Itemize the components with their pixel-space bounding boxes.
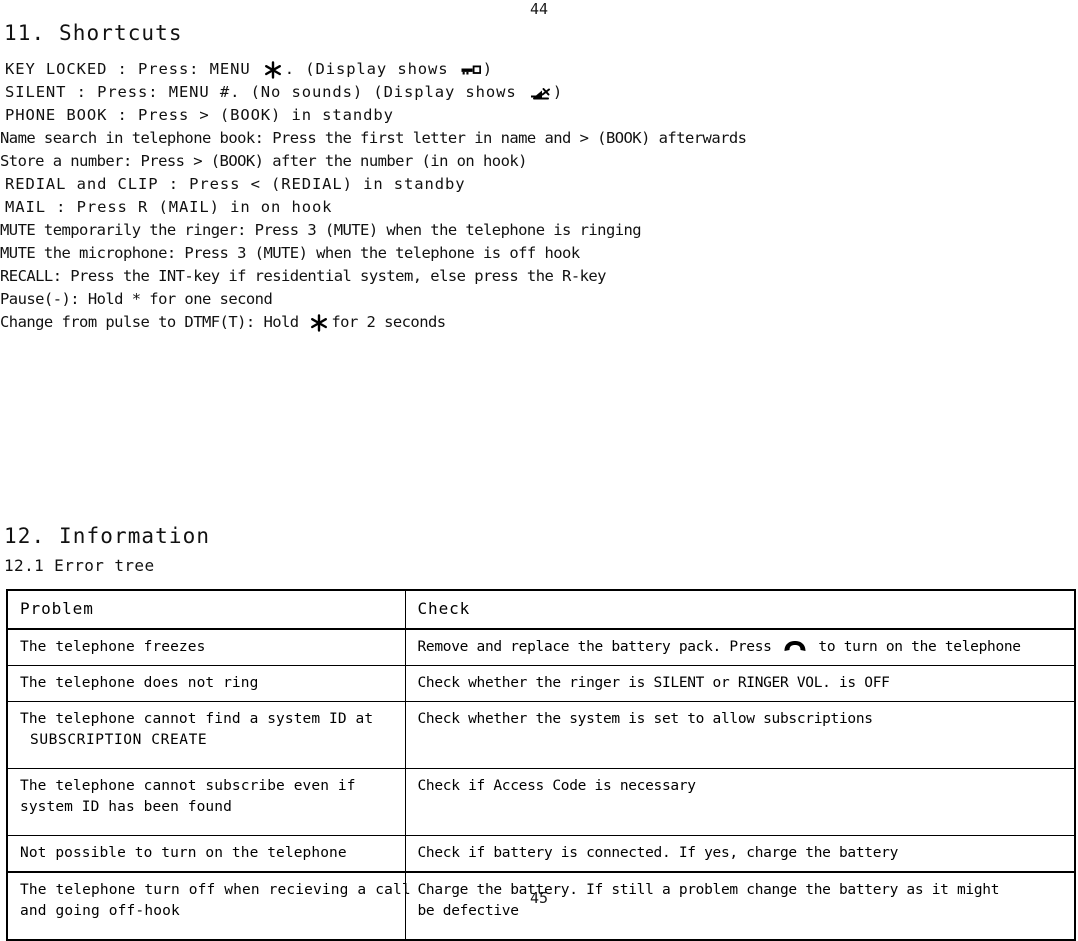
- page-number-bottom: 45: [529, 889, 549, 907]
- cell-text: The telephone does not ring: [20, 675, 259, 691]
- table-header-row: Problem Check: [6, 589, 1076, 630]
- shortcut-line-mute-ringer: MUTE temporarily the ringer: Press 3 (MU…: [0, 221, 642, 239]
- cell-text: SUBSCRIPTION CREATE: [30, 732, 208, 748]
- mute-icon: [529, 85, 551, 101]
- shortcuts-list: KEY LOCKED : Press: MENU . (Display show…: [0, 58, 1078, 334]
- shortcut-line-redial-clip: REDIAL and CLIP : Press < (REDIAL) in st…: [5, 175, 466, 193]
- cell-text: Check whether the system is set to allow…: [417, 711, 874, 727]
- check-text: Remove and replace the battery pack. Pre…: [417, 639, 780, 655]
- shortcut-text: SILENT : Press: MENU #. (No sounds) (Dis…: [5, 83, 527, 101]
- cell-problem: The telephone does not ring: [6, 665, 406, 702]
- handset-icon: [783, 640, 807, 654]
- cell-check: Check whether the system is set to allow…: [404, 701, 1076, 769]
- shortcut-line-mute-microphone: MUTE the microphone: Press 3 (MUTE) when…: [0, 244, 580, 262]
- cell-text: The telephone cannot subscribe even if: [20, 778, 356, 794]
- document-page: 44 11. Shortcuts KEY LOCKED : Press: MEN…: [0, 0, 1078, 941]
- column-header-problem: Problem: [6, 589, 406, 630]
- star-icon: [262, 59, 284, 81]
- check-text: to turn on the telephone: [809, 639, 1021, 655]
- cell-text: Check if Access Code is necessary: [417, 778, 696, 794]
- shortcut-text: Change from pulse to DTMF(T): Hold: [0, 313, 308, 331]
- shortcut-line-pause: Pause(-): Hold * for one second: [0, 290, 273, 308]
- cell-text: Check whether the ringer is SILENT or RI…: [417, 675, 890, 691]
- cell-check: Check if battery is connected. If yes, c…: [404, 835, 1076, 873]
- table-row: The telephone cannot find a system ID at…: [6, 701, 1076, 769]
- shortcut-line-silent: SILENT : Press: MENU #. (No sounds) (Dis…: [0, 81, 1078, 104]
- heading-information: 12. Information: [4, 524, 211, 548]
- cell-check: Remove and replace the battery pack. Pre…: [404, 628, 1076, 666]
- cell-check: Check whether the ringer is SILENT or RI…: [404, 665, 1076, 702]
- column-header-check: Check: [404, 589, 1076, 630]
- cell-text: Not possible to turn on the telephone: [20, 845, 347, 861]
- cell-problem: Not possible to turn on the telephone: [6, 835, 406, 873]
- shortcut-line-recall: RECALL: Press the INT-key if residential…: [0, 267, 607, 285]
- cell-text: Remove and replace the battery pack. Pre…: [418, 637, 1075, 658]
- shortcut-line-phone-book: PHONE BOOK : Press > (BOOK) in standby: [5, 106, 394, 124]
- cell-problem: The telephone cannot find a system ID at…: [6, 701, 406, 769]
- star-icon: [308, 312, 330, 334]
- cell-text: Check if battery is connected. If yes, c…: [417, 845, 899, 861]
- table-row: The telephone cannot subscribe even if s…: [6, 768, 1076, 836]
- shortcut-line-mail: MAIL : Press R (MAIL) in on hook: [5, 198, 333, 216]
- cell-text: The telephone freezes: [20, 639, 206, 655]
- heading-shortcuts: 11. Shortcuts: [4, 21, 183, 45]
- cell-problem: The telephone freezes: [6, 628, 406, 666]
- subheading-error-tree: 12.1 Error tree: [4, 556, 155, 575]
- table-row: The telephone does not ring Check whethe…: [6, 665, 1076, 702]
- table-row: The telephone freezes Remove and replace…: [6, 628, 1076, 666]
- shortcut-line-key-locked: KEY LOCKED : Press: MENU . (Display show…: [0, 58, 1078, 81]
- shortcut-text: . (Display shows: [284, 60, 459, 78]
- shortcut-text: for 2 seconds: [331, 313, 446, 331]
- cell-text: The telephone cannot find a system ID at: [20, 711, 374, 727]
- shortcut-line-store-number: Store a number: Press > (BOOK) after the…: [0, 152, 527, 170]
- shortcut-text: ): [552, 83, 564, 101]
- page-number-top: 44: [529, 0, 549, 18]
- key-icon: [461, 63, 481, 77]
- shortcut-line-name-search: Name search in telephone book: Press the…: [0, 129, 747, 147]
- cell-check: Check if Access Code is necessary: [404, 768, 1076, 836]
- cell-problem: The telephone cannot subscribe even if s…: [6, 768, 406, 836]
- shortcut-text: ): [482, 60, 493, 78]
- cell-text: system ID has been found: [20, 799, 232, 815]
- table-row: Not possible to turn on the telephone Ch…: [6, 835, 1076, 873]
- shortcut-text: KEY LOCKED : Press: MENU: [5, 60, 261, 78]
- shortcut-line-pulse-to-dtmf: Change from pulse to DTMF(T): Hold for 2…: [0, 311, 1078, 334]
